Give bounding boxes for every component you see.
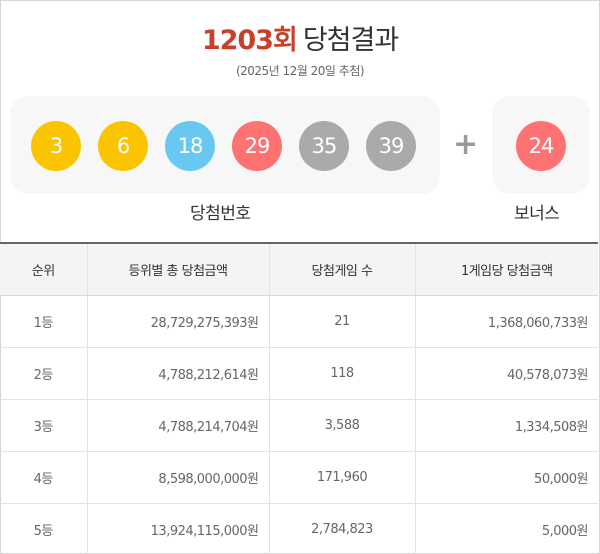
bonus-label: 보너스 [514, 204, 560, 224]
total-prize-cell: 4,788,214,704원 [87, 399, 270, 452]
col-total-header: 등위별 총 당첨금액 [87, 242, 270, 296]
winner-count-cell: 118 [269, 347, 416, 400]
bonus-ball: 24 [516, 121, 566, 171]
rank-cell: 3등 [0, 399, 88, 452]
prize-table: 순위 등위별 총 당첨금액 당첨게임 수 1게임당 당첨금액 1등 28,729… [0, 242, 598, 554]
table-header-row: 순위 등위별 총 당첨금액 당첨게임 수 1게임당 당첨금액 [0, 242, 598, 296]
winning-ball-6: 39 [366, 121, 416, 171]
page-title: 1203회 당첨결과 [0, 18, 600, 57]
winner-count-cell: 171,960 [269, 451, 416, 504]
winning-ball-2: 6 [98, 121, 148, 171]
table-row: 2등 4,788,212,614원 118 40,578,073원 [0, 347, 598, 400]
table-row: 1등 28,729,275,393원 21 1,368,060,733원 [0, 295, 598, 348]
rank-cell: 1등 [0, 295, 88, 348]
title-label: 당첨결과 [302, 25, 399, 56]
draw-date: (2025년 12월 20일 추첨) [235, 64, 365, 78]
rank-cell: 2등 [0, 347, 88, 400]
table-row: 5등 13,924,115,000원 2,784,823 5,000원 [0, 503, 598, 554]
winning-ball-3: 18 [165, 121, 215, 171]
winning-numbers-label: 당첨번호 [190, 204, 251, 224]
rank-cell: 4등 [0, 451, 88, 504]
per-game-prize-cell: 1,368,060,733원 [415, 295, 598, 348]
winning-ball-5: 35 [299, 121, 349, 171]
round-number: 1203회 [201, 25, 298, 56]
total-prize-cell: 8,598,000,000원 [87, 451, 270, 504]
per-game-prize-cell: 40,578,073원 [415, 347, 598, 400]
total-prize-cell: 13,924,115,000원 [87, 503, 270, 554]
total-prize-cell: 28,729,275,393원 [87, 295, 270, 348]
rank-cell: 5등 [0, 503, 88, 554]
col-rank-header: 순위 [0, 242, 88, 296]
winner-count-cell: 3,588 [269, 399, 416, 452]
winning-ball-4: 29 [232, 121, 282, 171]
col-each-header: 1게임당 당첨금액 [415, 242, 598, 296]
per-game-prize-cell: 50,000원 [415, 451, 598, 504]
total-prize-cell: 4,788,212,614원 [87, 347, 270, 400]
winner-count-cell: 21 [269, 295, 416, 348]
table-row: 4등 8,598,000,000원 171,960 50,000원 [0, 451, 598, 504]
winning-ball-1: 3 [31, 121, 81, 171]
per-game-prize-cell: 1,334,508원 [415, 399, 598, 452]
col-count-header: 당첨게임 수 [269, 242, 416, 296]
table-row: 3등 4,788,214,704원 3,588 1,334,508원 [0, 399, 598, 452]
per-game-prize-cell: 5,000원 [415, 503, 598, 554]
plus-sign: + [453, 127, 479, 162]
winner-count-cell: 2,784,823 [269, 503, 416, 554]
